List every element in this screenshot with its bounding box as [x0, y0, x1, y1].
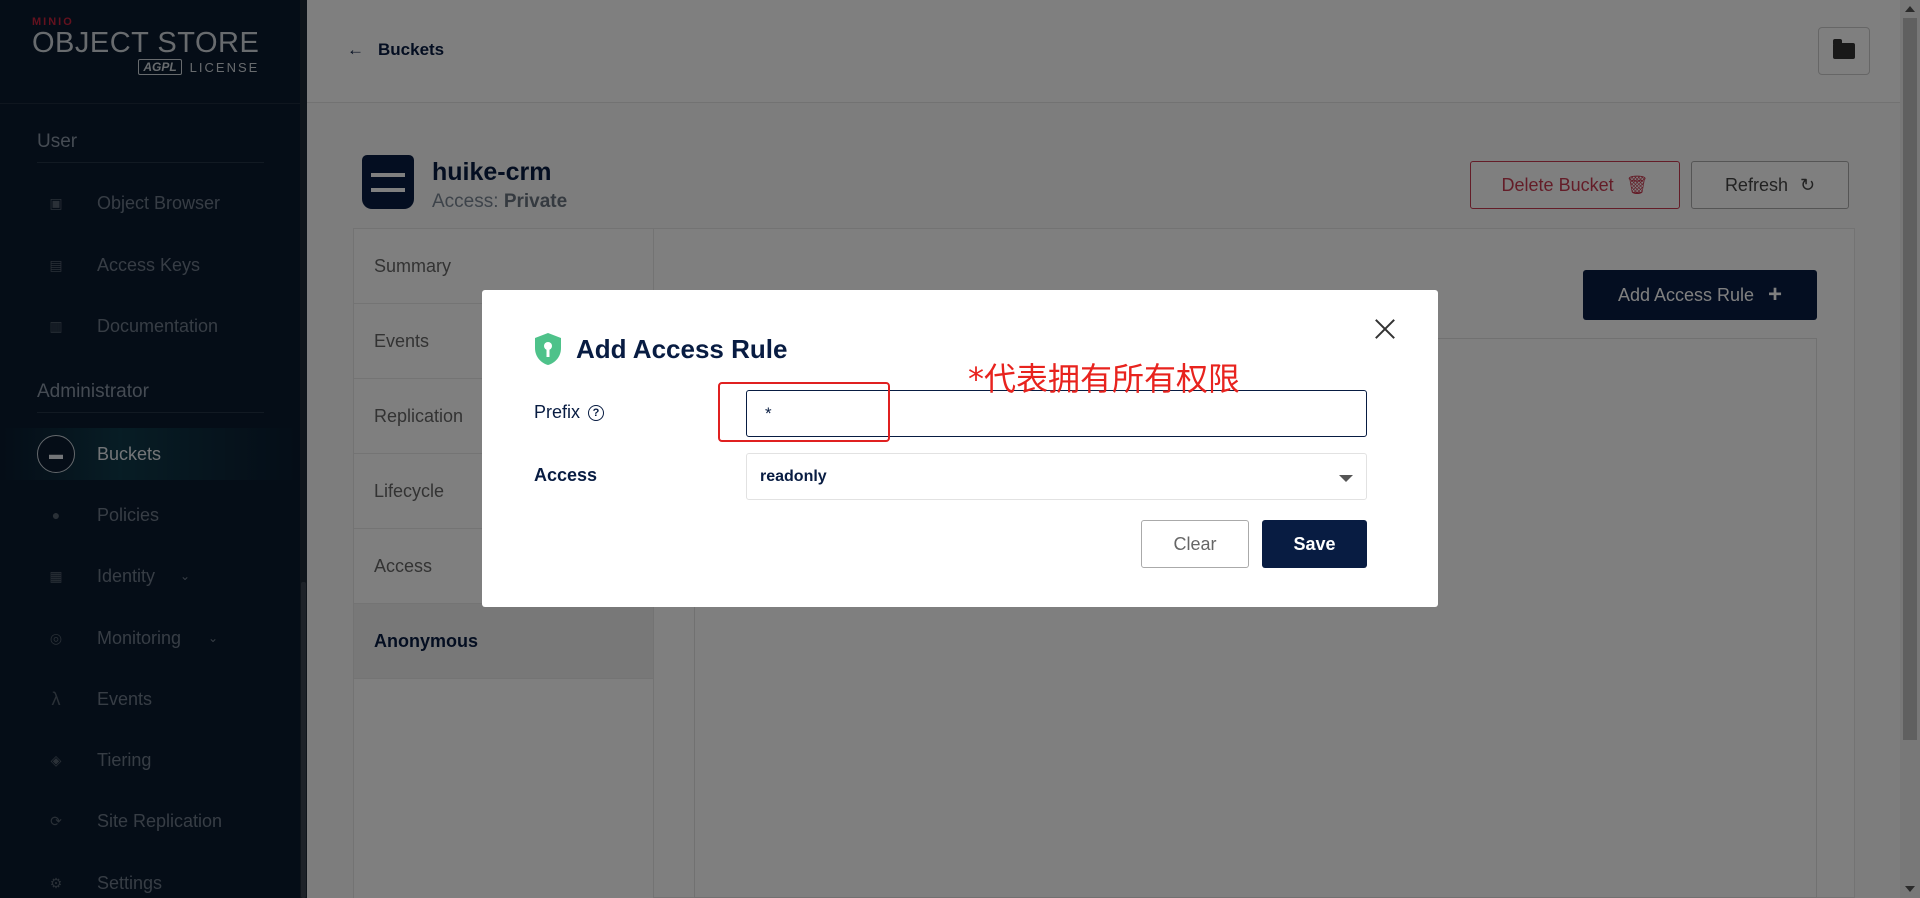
- access-select[interactable]: readonly: [746, 453, 1367, 500]
- prefix-label-text: Prefix: [534, 402, 581, 422]
- dialog-title: Add Access Rule: [534, 332, 787, 366]
- close-icon[interactable]: [1372, 316, 1398, 342]
- clear-button[interactable]: Clear: [1141, 520, 1249, 568]
- dialog-title-text: Add Access Rule: [576, 333, 788, 364]
- access-select-value: readonly: [760, 467, 827, 485]
- prefix-label: Prefix ?: [534, 402, 605, 423]
- caret-down-icon: [1339, 475, 1353, 482]
- add-access-rule-dialog: Add Access Rule Prefix ? Access readonly…: [482, 290, 1438, 607]
- access-label: Access: [534, 465, 598, 485]
- save-button[interactable]: Save: [1262, 520, 1367, 568]
- shield-icon: [535, 333, 561, 365]
- help-icon[interactable]: ?: [588, 404, 605, 421]
- annotation-note: *代表拥有所有权限: [968, 360, 1241, 398]
- annotation-highlight-box: [718, 382, 890, 442]
